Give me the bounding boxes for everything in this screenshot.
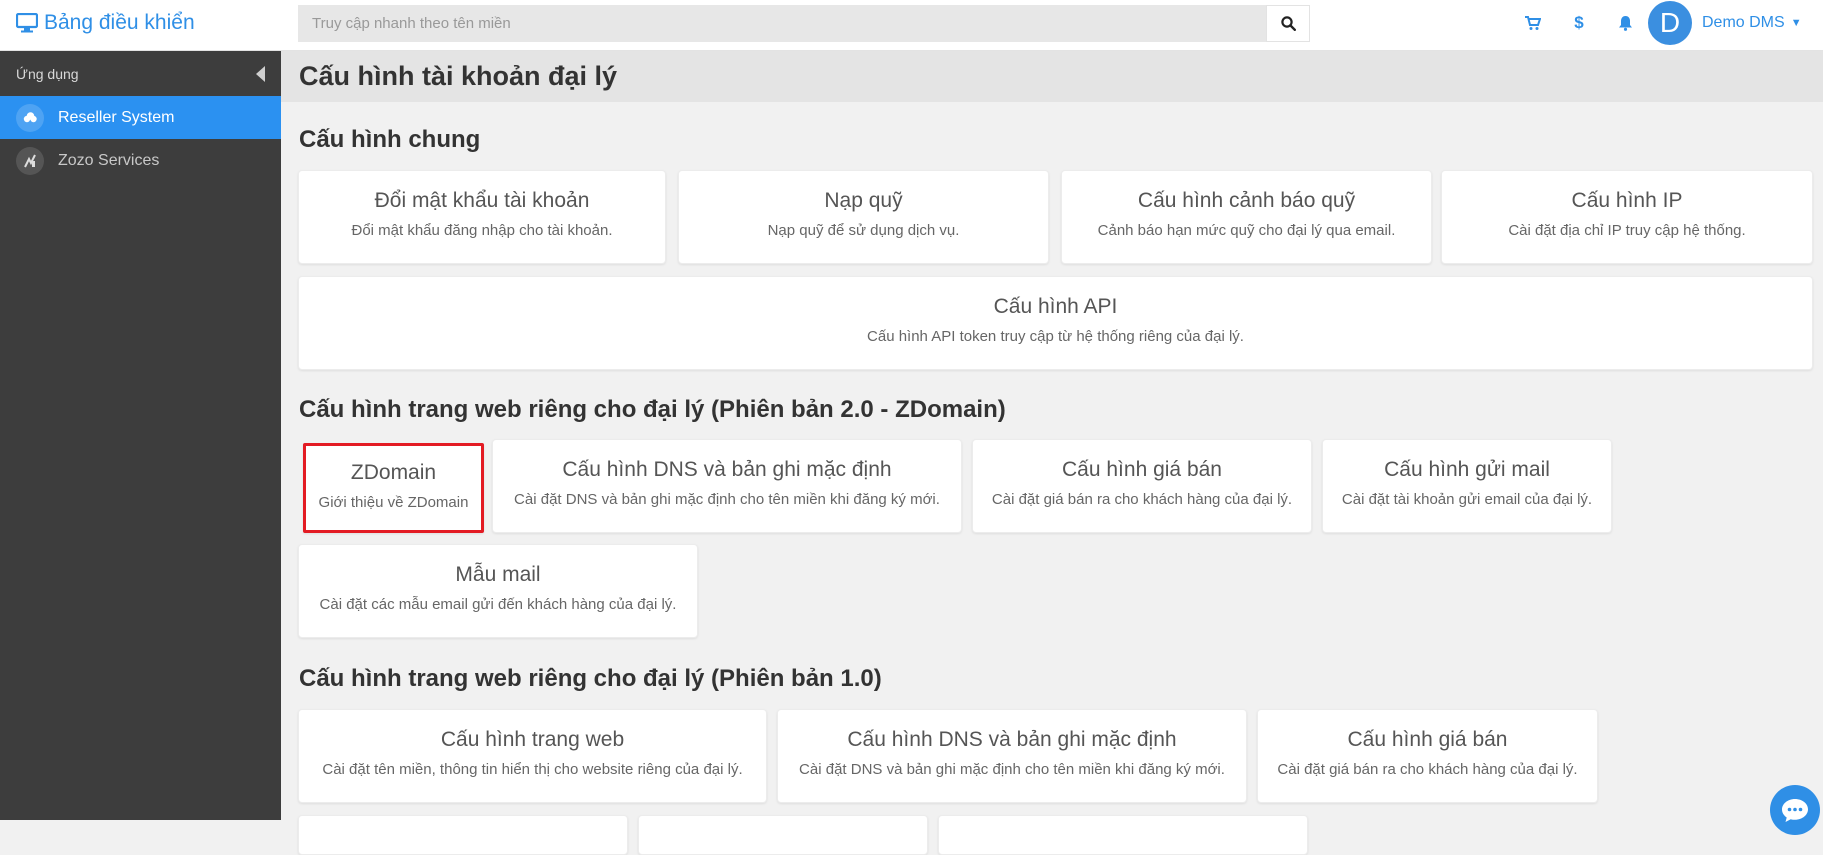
sidebar-item-label: Zozo Services	[58, 151, 160, 169]
desktop-icon	[16, 13, 38, 33]
card-zdomain[interactable]: ZDomain Giới thiệu về ZDomain	[303, 443, 484, 533]
cart-icon	[1525, 15, 1541, 30]
card-deposit-fund[interactable]: Nạp quỹ Nạp quỹ để sử dụng dịch vụ.	[678, 170, 1049, 264]
card-desc: Cài đặt DNS và bản ghi mặc định cho tên …	[799, 761, 1225, 778]
top-navbar: Bảng điều khiển $ D Demo DMS ▼	[0, 0, 1823, 51]
card-title: Cấu hình API	[993, 295, 1118, 318]
search-bar	[298, 5, 1310, 42]
card-ip-config[interactable]: Cấu hình IP Cài đặt địa chỉ IP truy cập …	[1441, 170, 1813, 264]
card-title: Nạp quỹ	[824, 189, 903, 212]
card-desc: Cài đặt tài khoản gửi email của đại lý.	[1341, 491, 1593, 508]
page-title-bar: Cấu hình tài khoản đại lý	[281, 51, 1823, 102]
card-title: Cấu hình cảnh báo quỹ	[1137, 189, 1356, 212]
caret-down-icon: ▼	[1790, 17, 1802, 29]
avatar: D	[1648, 1, 1692, 45]
card-desc: Giới thiệu về ZDomain	[318, 494, 469, 511]
section-title-v1: Cấu hình trang web riêng cho đại lý (Phi…	[299, 665, 882, 692]
sidebar-header: Ứng dụng	[0, 51, 281, 96]
card-change-password[interactable]: Đổi mật khẩu tài khoản Đổi mật khẩu đăng…	[298, 170, 666, 264]
dollar-icon: $	[1574, 13, 1584, 32]
chat-widget-button[interactable]	[1770, 785, 1820, 835]
card-dns-default-v2[interactable]: Cấu hình DNS và bản ghi mặc định Cài đặt…	[492, 439, 962, 533]
search-icon	[1280, 16, 1296, 31]
card-title: Cấu hình DNS và bản ghi mặc định	[847, 728, 1177, 751]
card-title: Đổi mật khẩu tài khoản	[374, 189, 590, 212]
sidebar: Ứng dụng Reseller System Zozo Services	[0, 51, 281, 820]
card-desc: Cài đặt giá bán ra cho khách hàng của đạ…	[991, 491, 1293, 508]
card-website-config-v1[interactable]: Cấu hình trang web Cài đặt tên miền, thô…	[298, 709, 767, 803]
section-title-zdomain: Cấu hình trang web riêng cho đại lý (Phi…	[299, 396, 1006, 423]
card-title: ZDomain	[350, 461, 437, 484]
card-desc: Cài đặt giá bán ra cho khách hàng của đạ…	[1277, 761, 1578, 778]
card-mail-sender[interactable]: Cấu hình gửi mail Cài đặt tài khoản gửi …	[1322, 439, 1612, 533]
brand-label: Bảng điều khiển	[44, 11, 195, 34]
cloud-icon	[16, 103, 44, 132]
sidebar-item-label: Reseller System	[58, 108, 175, 126]
sidebar-item-reseller-system[interactable]: Reseller System	[0, 96, 281, 139]
card-desc: Nạp quỹ để sử dụng dịch vụ.	[767, 222, 960, 239]
card-fund-warning[interactable]: Cấu hình cảnh báo quỹ Cảnh báo hạn mức q…	[1061, 170, 1432, 264]
search-input[interactable]	[298, 5, 1266, 42]
brand-link[interactable]: Bảng điều khiển	[16, 0, 195, 46]
card-title: Cấu hình giá bán	[1347, 728, 1508, 751]
section-title-general: Cấu hình chung	[299, 126, 481, 153]
card-partial-3[interactable]	[938, 815, 1308, 855]
fund-button[interactable]: $	[1556, 0, 1602, 46]
user-name: Demo DMS	[1702, 14, 1785, 31]
user-menu[interactable]: D Demo DMS ▼	[1648, 1, 1802, 45]
chart-icon	[16, 146, 44, 175]
main-content: Cấu hình tài khoản đại lý Cấu hình chung…	[281, 51, 1823, 855]
card-desc: Đổi mật khẩu đăng nhập cho tài khoản.	[351, 222, 613, 239]
card-desc: Cài đặt địa chỉ IP truy cập hệ thống.	[1508, 222, 1746, 239]
cart-button[interactable]	[1510, 0, 1556, 46]
card-desc: Cài đặt các mẫu email gửi đến khách hàng…	[319, 596, 677, 613]
card-dns-default-v1[interactable]: Cấu hình DNS và bản ghi mặc định Cài đặt…	[777, 709, 1247, 803]
card-title: Cấu hình DNS và bản ghi mặc định	[562, 458, 892, 481]
card-pricing-v1[interactable]: Cấu hình giá bán Cài đặt giá bán ra cho …	[1257, 709, 1598, 803]
card-desc: Cài đặt tên miền, thông tin hiển thị cho…	[322, 761, 743, 778]
card-title: Cấu hình giá bán	[1062, 458, 1222, 481]
card-desc: Cấu hình API token truy cập từ hệ thống …	[867, 328, 1244, 345]
card-title: Cấu hình gửi mail	[1384, 458, 1550, 481]
bell-icon	[1618, 16, 1632, 31]
card-desc: Cài đặt DNS và bản ghi mặc định cho tên …	[514, 491, 940, 508]
sidebar-heading: Ứng dụng	[16, 65, 79, 82]
card-title: Mẫu mail	[455, 563, 541, 586]
card-title: Cấu hình trang web	[440, 728, 625, 751]
card-desc: Cảnh báo hạn mức quỹ cho đại lý qua emai…	[1097, 222, 1396, 239]
card-partial-1[interactable]	[298, 815, 628, 855]
sidebar-item-zozo-services[interactable]: Zozo Services	[0, 139, 281, 182]
card-title: Cấu hình IP	[1571, 189, 1683, 212]
search-button[interactable]	[1266, 5, 1310, 42]
card-pricing-v2[interactable]: Cấu hình giá bán Cài đặt giá bán ra cho …	[972, 439, 1312, 533]
chat-icon	[1782, 799, 1808, 822]
card-partial-2[interactable]	[638, 815, 928, 855]
card-mail-templates[interactable]: Mẫu mail Cài đặt các mẫu email gửi đến k…	[298, 544, 698, 638]
notification-button[interactable]	[1602, 0, 1648, 46]
top-icon-group: $	[1510, 0, 1648, 46]
page-title: Cấu hình tài khoản đại lý	[299, 61, 618, 91]
collapse-sidebar-icon[interactable]	[256, 65, 265, 82]
card-api-config[interactable]: Cấu hình API Cấu hình API token truy cập…	[298, 276, 1813, 370]
